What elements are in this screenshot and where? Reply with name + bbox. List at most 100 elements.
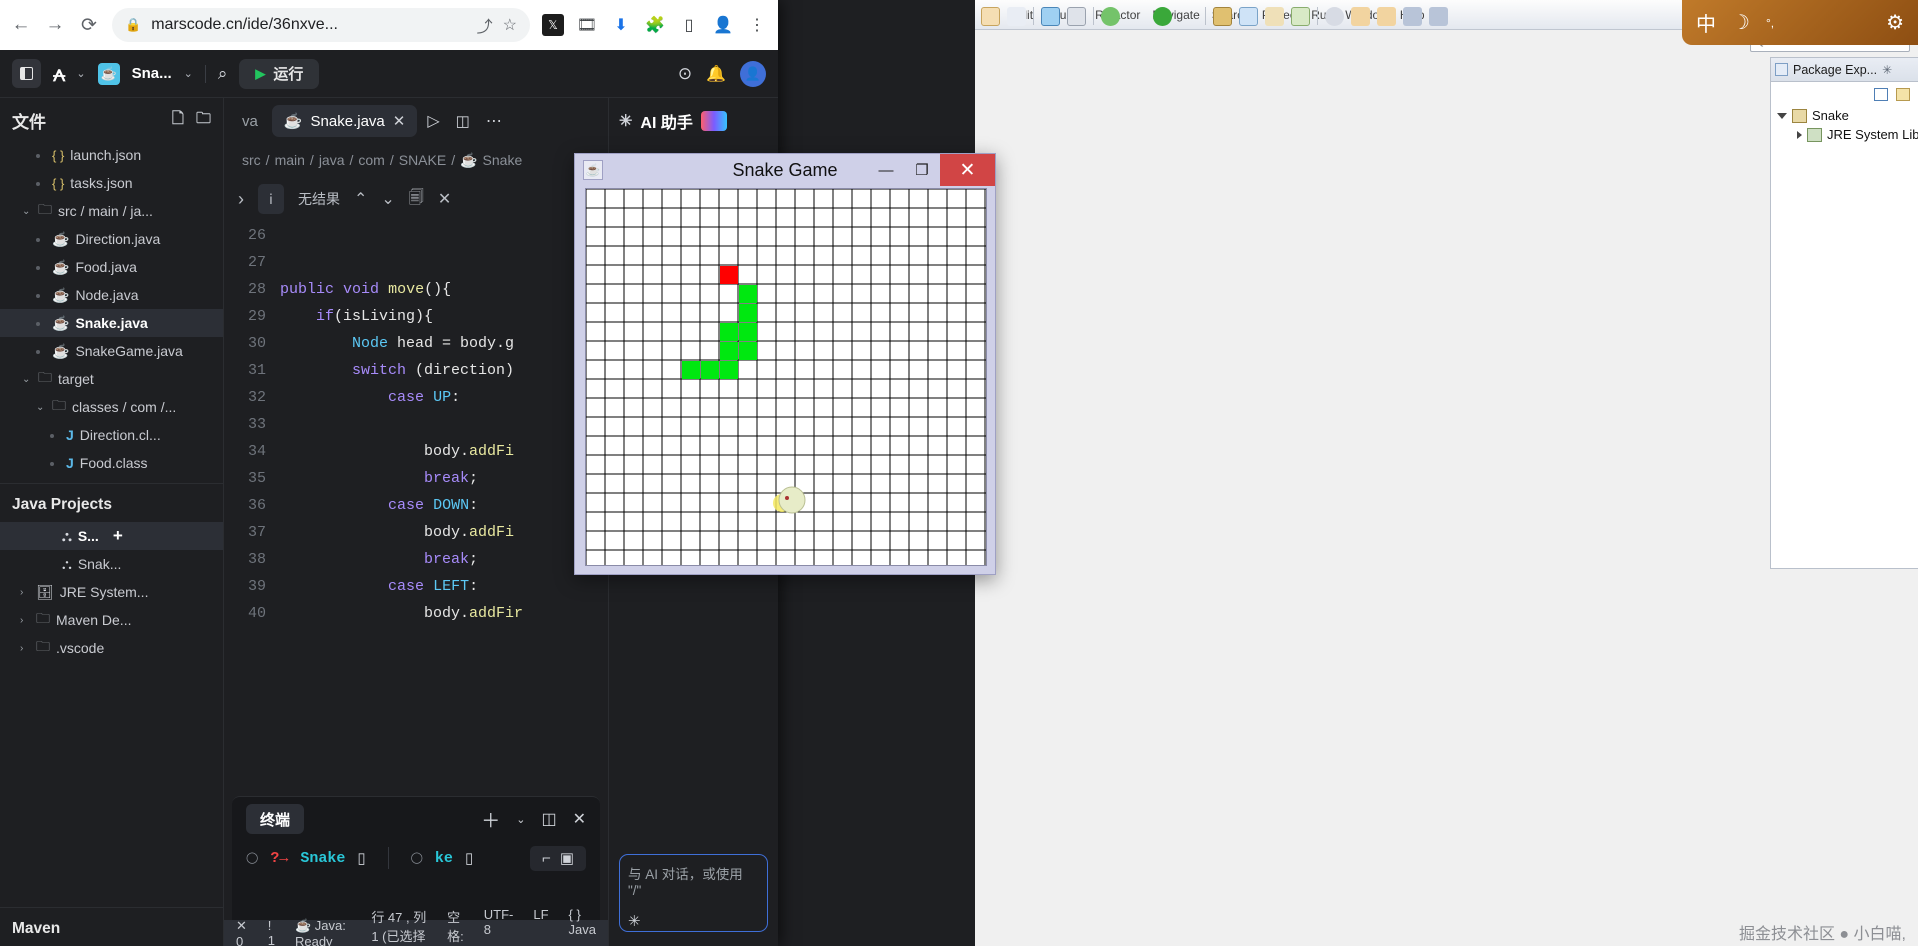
find-prev-icon[interactable]: ⌃: [354, 189, 367, 209]
x-extension-icon[interactable]: 𝕏: [542, 14, 564, 36]
java-project-item[interactable]: ⛬ Snak...: [0, 550, 223, 578]
forward-arrow-icon[interactable]: →: [44, 14, 66, 36]
code-line[interactable]: 30 Node head = body.g: [224, 330, 608, 357]
marscode-logo-icon[interactable]: ⩜: [53, 61, 65, 87]
address-bar[interactable]: 🔒 marscode.cn/ide/36nxve... ⤴ ☆: [112, 8, 530, 42]
ai-gradient-icon[interactable]: [700, 111, 727, 131]
chevron-down-icon-3[interactable]: [1179, 7, 1198, 26]
terminal-name-1[interactable]: Snake: [300, 850, 345, 867]
file-tree-item[interactable]: ☕ Direction.java: [0, 225, 223, 253]
help-icon[interactable]: ⊙: [678, 64, 692, 84]
file-tree-item[interactable]: ⌄ 🗀 classes / com /...: [0, 393, 223, 421]
game-canvas-svg[interactable]: [586, 189, 987, 566]
ide-code-area[interactable]: 26 27 28 public void move(){29 if(isLiving)…: [224, 222, 608, 796]
chevron-right-icon[interactable]: ›: [20, 587, 30, 598]
code-line[interactable]: 35 break;: [224, 465, 608, 492]
ai-input[interactable]: 与 AI 对话，或使用 "/" ✳: [619, 854, 768, 932]
chevron-down-icon[interactable]: [1007, 6, 1026, 26]
ai-spark-icon[interactable]: ✳: [628, 912, 759, 930]
profile-icon[interactable]: 👤: [712, 14, 734, 36]
chevron-right-icon[interactable]: ›: [20, 643, 30, 654]
chevron-down-icon[interactable]: ⌄: [22, 374, 32, 385]
external-tools-icon[interactable]: [1213, 6, 1232, 26]
indent-setting[interactable]: 空格: 4: [447, 907, 464, 946]
dot-icon[interactable]: °,: [1766, 16, 1774, 30]
encoding-setting[interactable]: UTF-8: [484, 907, 514, 946]
collapse-arrow-icon[interactable]: [1797, 130, 1802, 139]
code-line[interactable]: 37 body.addFi: [224, 519, 608, 546]
breadcrumb[interactable]: src / main / java / com / SNAKE / ☕ Snake: [224, 144, 608, 176]
eol-setting[interactable]: LF: [533, 907, 548, 946]
terminal-name-2[interactable]: ke: [435, 850, 453, 867]
error-count[interactable]: ✕ 0: [236, 918, 250, 946]
crumb-main[interactable]: main: [275, 152, 305, 168]
next-annotation-icon[interactable]: [1351, 6, 1370, 26]
crumb-snake[interactable]: Snake: [483, 152, 523, 168]
minimize-button[interactable]: —: [868, 154, 904, 186]
search-icon[interactable]: ⌕: [218, 64, 228, 84]
find-replace-icon[interactable]: 🗐: [409, 187, 424, 212]
project-chevron-down-icon[interactable]: ⌄: [184, 67, 193, 80]
back-icon[interactable]: [1403, 6, 1422, 26]
save-icon[interactable]: [1041, 6, 1060, 26]
file-tree-item[interactable]: ☕ Food.java: [0, 253, 223, 281]
file-tree-item[interactable]: J Food.class: [0, 449, 223, 477]
terminal-shell-icon[interactable]: ⌐ ▣: [529, 845, 586, 871]
ime-mode-label[interactable]: 中: [1696, 8, 1716, 37]
code-line[interactable]: 31 switch (direction): [224, 357, 608, 384]
close-terminal-icon[interactable]: ✕: [573, 809, 586, 829]
prev-annotation-icon[interactable]: [1377, 6, 1396, 26]
code-line[interactable]: 32 case UP:: [224, 384, 608, 411]
crumb-com[interactable]: com: [358, 152, 384, 168]
sidebar-toggle-icon[interactable]: ▯: [678, 14, 700, 36]
collapse-all-icon[interactable]: [1874, 87, 1888, 101]
tab-snake-java[interactable]: ☕ Snake.java ✕: [271, 105, 418, 137]
java-status[interactable]: ☕ Java: Ready: [295, 918, 353, 946]
crumb-snake-pkg[interactable]: SNAKE: [399, 152, 446, 168]
java-project-item[interactable]: › 🗀 Maven De...: [0, 606, 223, 634]
close-icon[interactable]: ✳: [1882, 63, 1892, 77]
snake-game-window[interactable]: ☕ Snake Game — ❐ ✕: [574, 153, 996, 575]
close-icon[interactable]: ✕: [393, 112, 406, 130]
project-name-label[interactable]: Sna...: [132, 65, 172, 82]
java-project-item[interactable]: › 🗄 JRE System...: [0, 578, 223, 606]
download-icon[interactable]: ⬇: [610, 14, 632, 36]
add-terminal-icon[interactable]: ＋: [481, 806, 500, 833]
file-tree-item[interactable]: ☕ Snake.java: [0, 309, 223, 337]
run-button[interactable]: ▶ 运行: [239, 58, 320, 89]
search-icon[interactable]: [1325, 6, 1344, 26]
maximize-button[interactable]: ❐: [904, 154, 940, 186]
split-terminal-icon[interactable]: ◫: [541, 809, 556, 829]
expand-arrow-icon[interactable]: [1777, 112, 1787, 119]
code-line[interactable]: 36 case DOWN:: [224, 492, 608, 519]
find-expand-icon[interactable]: ›: [238, 189, 244, 210]
file-tree-item[interactable]: { } tasks.json: [0, 169, 223, 197]
tab-stub-va[interactable]: va: [232, 113, 268, 130]
puzzle-extension-icon[interactable]: 🧩: [644, 14, 666, 36]
pkg-tree-row-jre[interactable]: JRE System Library: [1771, 125, 1918, 144]
run-icon[interactable]: [1153, 6, 1172, 26]
chevron-down-icon-2[interactable]: [1127, 7, 1146, 26]
share-icon[interactable]: ⤴: [477, 13, 493, 37]
package-explorer-toolbar[interactable]: [1771, 82, 1918, 106]
find-case-icon[interactable]: ⅰ: [258, 184, 284, 214]
find-close-icon[interactable]: ✕: [438, 189, 451, 209]
new-package-icon[interactable]: [1265, 6, 1284, 26]
forward-icon[interactable]: [1429, 6, 1448, 26]
reload-icon[interactable]: ⟳: [78, 14, 100, 36]
code-line[interactable]: 34 body.addFi: [224, 438, 608, 465]
new-folder-icon[interactable]: 🗀: [196, 108, 211, 133]
code-line[interactable]: 33: [224, 411, 608, 438]
cursor-position[interactable]: 行 47 , 列 1 (已选择586): [371, 907, 427, 946]
new-java-project-icon[interactable]: [1239, 6, 1258, 26]
terminal-tab[interactable]: 终端: [246, 804, 305, 834]
file-tree-item[interactable]: ⌄ 🗀 src / main / ja...: [0, 197, 223, 225]
back-arrow-icon[interactable]: ←: [10, 14, 32, 36]
game-board[interactable]: [585, 188, 987, 566]
file-tree-item[interactable]: { } launch.json: [0, 141, 223, 169]
close-button[interactable]: ✕: [940, 154, 995, 186]
find-next-icon[interactable]: ⌄: [381, 189, 394, 209]
add-icon[interactable]: +: [113, 526, 123, 546]
warning-count[interactable]: ! 1: [268, 918, 277, 946]
code-line[interactable]: 29 if(isLiving){: [224, 303, 608, 330]
